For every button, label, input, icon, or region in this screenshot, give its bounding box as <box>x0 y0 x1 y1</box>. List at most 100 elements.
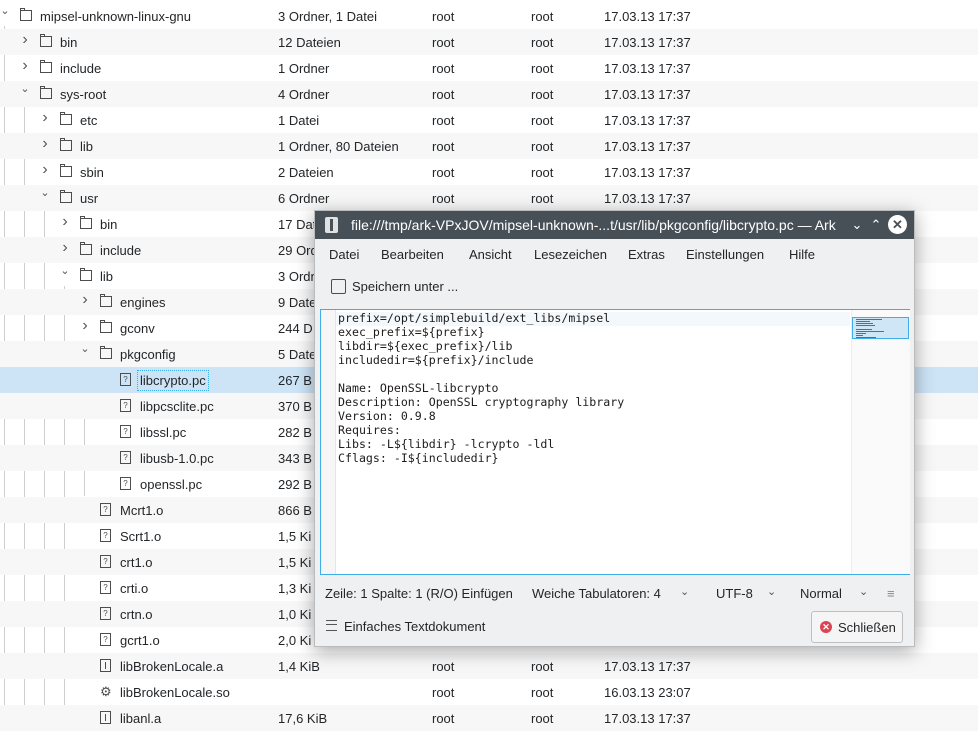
tree-row-name: Mcrt1.o <box>120 503 164 518</box>
tree-row-owner: root <box>432 35 455 50</box>
tree-row-group: root <box>531 191 554 206</box>
tree-row-size: 1 Ordner, 80 Dateien <box>278 139 399 154</box>
tree-row[interactable]: ⌄ mipsel-unknown-linux-gnu 3 Ordner, 1 Dat… <box>0 3 978 29</box>
tree-row-name: openssl.pc <box>140 477 203 492</box>
indentation-selector[interactable]: Weiche Tabulatoren: 4 <box>532 586 661 601</box>
document-type-label: Einfaches Textdokument <box>344 619 486 634</box>
file-unknown-icon: ? <box>100 633 111 646</box>
menu-lesezeichen[interactable]: Lesezeichen <box>534 247 607 262</box>
file-unknown-icon: ? <box>100 503 111 516</box>
chevron-right-icon[interactable]: › <box>40 136 50 152</box>
tree-row-size: 2,0 Ki <box>278 633 312 648</box>
minimap-line <box>856 335 863 336</box>
chevron-down-icon[interactable]: ⌄ <box>0 6 10 17</box>
chevron-down-icon[interactable]: ⌄ <box>680 585 689 598</box>
minimap-line <box>856 329 872 330</box>
tree-row-date: 17.03.13 17:37 <box>604 87 691 102</box>
tree-row-name: bin <box>60 35 78 50</box>
chevron-down-icon[interactable]: ⌄ <box>859 585 868 598</box>
chevron-down-icon[interactable]: ⌄ <box>767 585 776 598</box>
chevron-down-icon[interactable]: ⌄ <box>60 266 70 277</box>
tree-row[interactable]: › include 1 Ordner root root 17.03.13 17:37 <box>0 55 978 81</box>
menu-hilfe[interactable]: Hilfe <box>789 247 815 262</box>
chevron-right-icon[interactable]: › <box>80 292 90 308</box>
tree-row-name: usr <box>80 191 99 206</box>
chevron-right-icon[interactable]: › <box>40 110 50 126</box>
tree-row-size: 5 Date <box>278 347 317 362</box>
close-icon[interactable]: ✕ <box>888 215 907 234</box>
minimap-line <box>856 337 876 338</box>
mode-selector[interactable]: Normal <box>800 586 842 601</box>
chevron-right-icon[interactable]: › <box>20 58 30 74</box>
editor-content[interactable]: prefix=/opt/simplebuild/ext_libs/mipsel … <box>338 311 624 465</box>
tree-row[interactable]: libBrokenLocale.a 1,4 KiB root root 17.03.13… <box>0 653 978 679</box>
tree-row[interactable]: ⌄ usr 6 Ordner root root 17.03.13 17:37 <box>0 185 978 211</box>
menu-datei[interactable]: Datei <box>329 247 359 262</box>
folder-icon <box>20 8 32 21</box>
tree-row-size: 1,5 Ki <box>278 529 312 544</box>
minimize-icon[interactable]: ⌄ <box>847 215 867 235</box>
tree-row[interactable]: › lib 1 Ordner, 80 Dateien root root 17.03.13… <box>0 133 978 159</box>
tree-row-name: libcrypto.pc <box>137 370 209 391</box>
encoding-selector[interactable]: UTF-8 <box>716 586 753 601</box>
tree-row-group: root <box>531 165 554 180</box>
tree-row-name: libssl.pc <box>140 425 187 440</box>
status-bar: Zeile: 1 Spalte: 1 (R/O) Einfügen Weiche… <box>315 581 914 607</box>
chevron-right-icon[interactable]: › <box>80 318 90 334</box>
tree-row-date: 17.03.13 17:37 <box>604 165 691 180</box>
tree-row-name: gcrt1.o <box>120 633 160 648</box>
chevron-right-icon[interactable]: › <box>20 32 30 48</box>
tree-row[interactable]: › etc 1 Datei root root 17.03.13 17:37 <box>0 107 978 133</box>
close-button[interactable]: ✕ Schließen <box>811 611 903 643</box>
save-as-button[interactable]: Speichern unter ... <box>331 279 458 294</box>
menu-lines-icon[interactable]: ≡ <box>887 586 895 601</box>
tree-row-size: 12 Dateien <box>278 35 341 50</box>
maximize-icon[interactable]: ⌃ <box>866 215 886 235</box>
tree-row-size: 370 B <box>278 399 312 414</box>
title-bar[interactable]: file:///tmp/ark-VPxJOV/mipsel-unknown-..… <box>315 211 914 239</box>
tree-row-size: 1,0 Ki <box>278 607 312 622</box>
tree-row-name: crt1.o <box>120 555 153 570</box>
tree-row[interactable]: ⌄ sys-root 4 Ordner root root 17.03.13 17:37 <box>0 81 978 107</box>
tree-row[interactable]: › bin 12 Dateien root root 17.03.13 17:37 <box>0 29 978 55</box>
menu-ansicht[interactable]: Ansicht <box>469 247 512 262</box>
tree-row-group: root <box>531 113 554 128</box>
gear-icon: ⚙ <box>100 684 112 699</box>
tree-row-owner: root <box>432 165 455 180</box>
tree-row-name: bin <box>100 217 118 232</box>
chevron-right-icon[interactable]: › <box>60 214 70 230</box>
tree-row[interactable]: ⚙ libBrokenLocale.so root root 16.03.13 23:0… <box>0 679 978 705</box>
tree-row-date: 17.03.13 17:37 <box>604 35 691 50</box>
tree-row[interactable]: libanl.a 17,6 KiB root root 17.03.13 17:37 <box>0 705 978 731</box>
tree-row[interactable]: › sbin 2 Dateien root root 17.03.13 17:37 <box>0 159 978 185</box>
tree-row-name: mipsel-unknown-linux-gnu <box>40 9 192 24</box>
chevron-down-icon[interactable]: ⌄ <box>20 84 30 95</box>
tree-row-group: root <box>531 35 554 50</box>
tree-row-size: 292 B <box>278 477 312 492</box>
tree-row-date: 16.03.13 23:07 <box>604 685 691 700</box>
chevron-down-icon[interactable]: ⌄ <box>40 188 50 199</box>
menu-einstellungen[interactable]: Einstellungen <box>686 247 764 262</box>
tree-row-owner: root <box>432 685 455 700</box>
tree-row-size: 1 Datei <box>278 113 320 128</box>
chevron-right-icon[interactable]: › <box>60 240 70 256</box>
document-type: Einfaches Textdokument <box>326 619 485 634</box>
menu-bearbeiten[interactable]: Bearbeiten <box>381 247 444 262</box>
menu-extras[interactable]: Extras <box>628 247 665 262</box>
chevron-right-icon[interactable]: › <box>40 162 50 178</box>
tree-row-owner: root <box>432 711 455 726</box>
app-icon <box>325 217 338 233</box>
file-unknown-icon: ? <box>100 555 111 568</box>
tree-row-name: gconv <box>120 321 155 336</box>
tree-row-name: Scrt1.o <box>120 529 162 544</box>
tree-row-owner: root <box>432 191 455 206</box>
folder-icon <box>60 190 72 203</box>
folder-icon <box>100 294 112 307</box>
tree-row-name: crti.o <box>120 581 149 596</box>
minimap[interactable] <box>851 310 910 574</box>
minimap-line <box>856 323 873 324</box>
tree-row-size: 244 D <box>278 321 313 336</box>
tree-row-name: libpcsclite.pc <box>140 399 214 414</box>
chevron-down-icon[interactable]: ⌄ <box>80 344 90 355</box>
text-editor[interactable]: prefix=/opt/simplebuild/ext_libs/mipsel … <box>320 309 910 575</box>
